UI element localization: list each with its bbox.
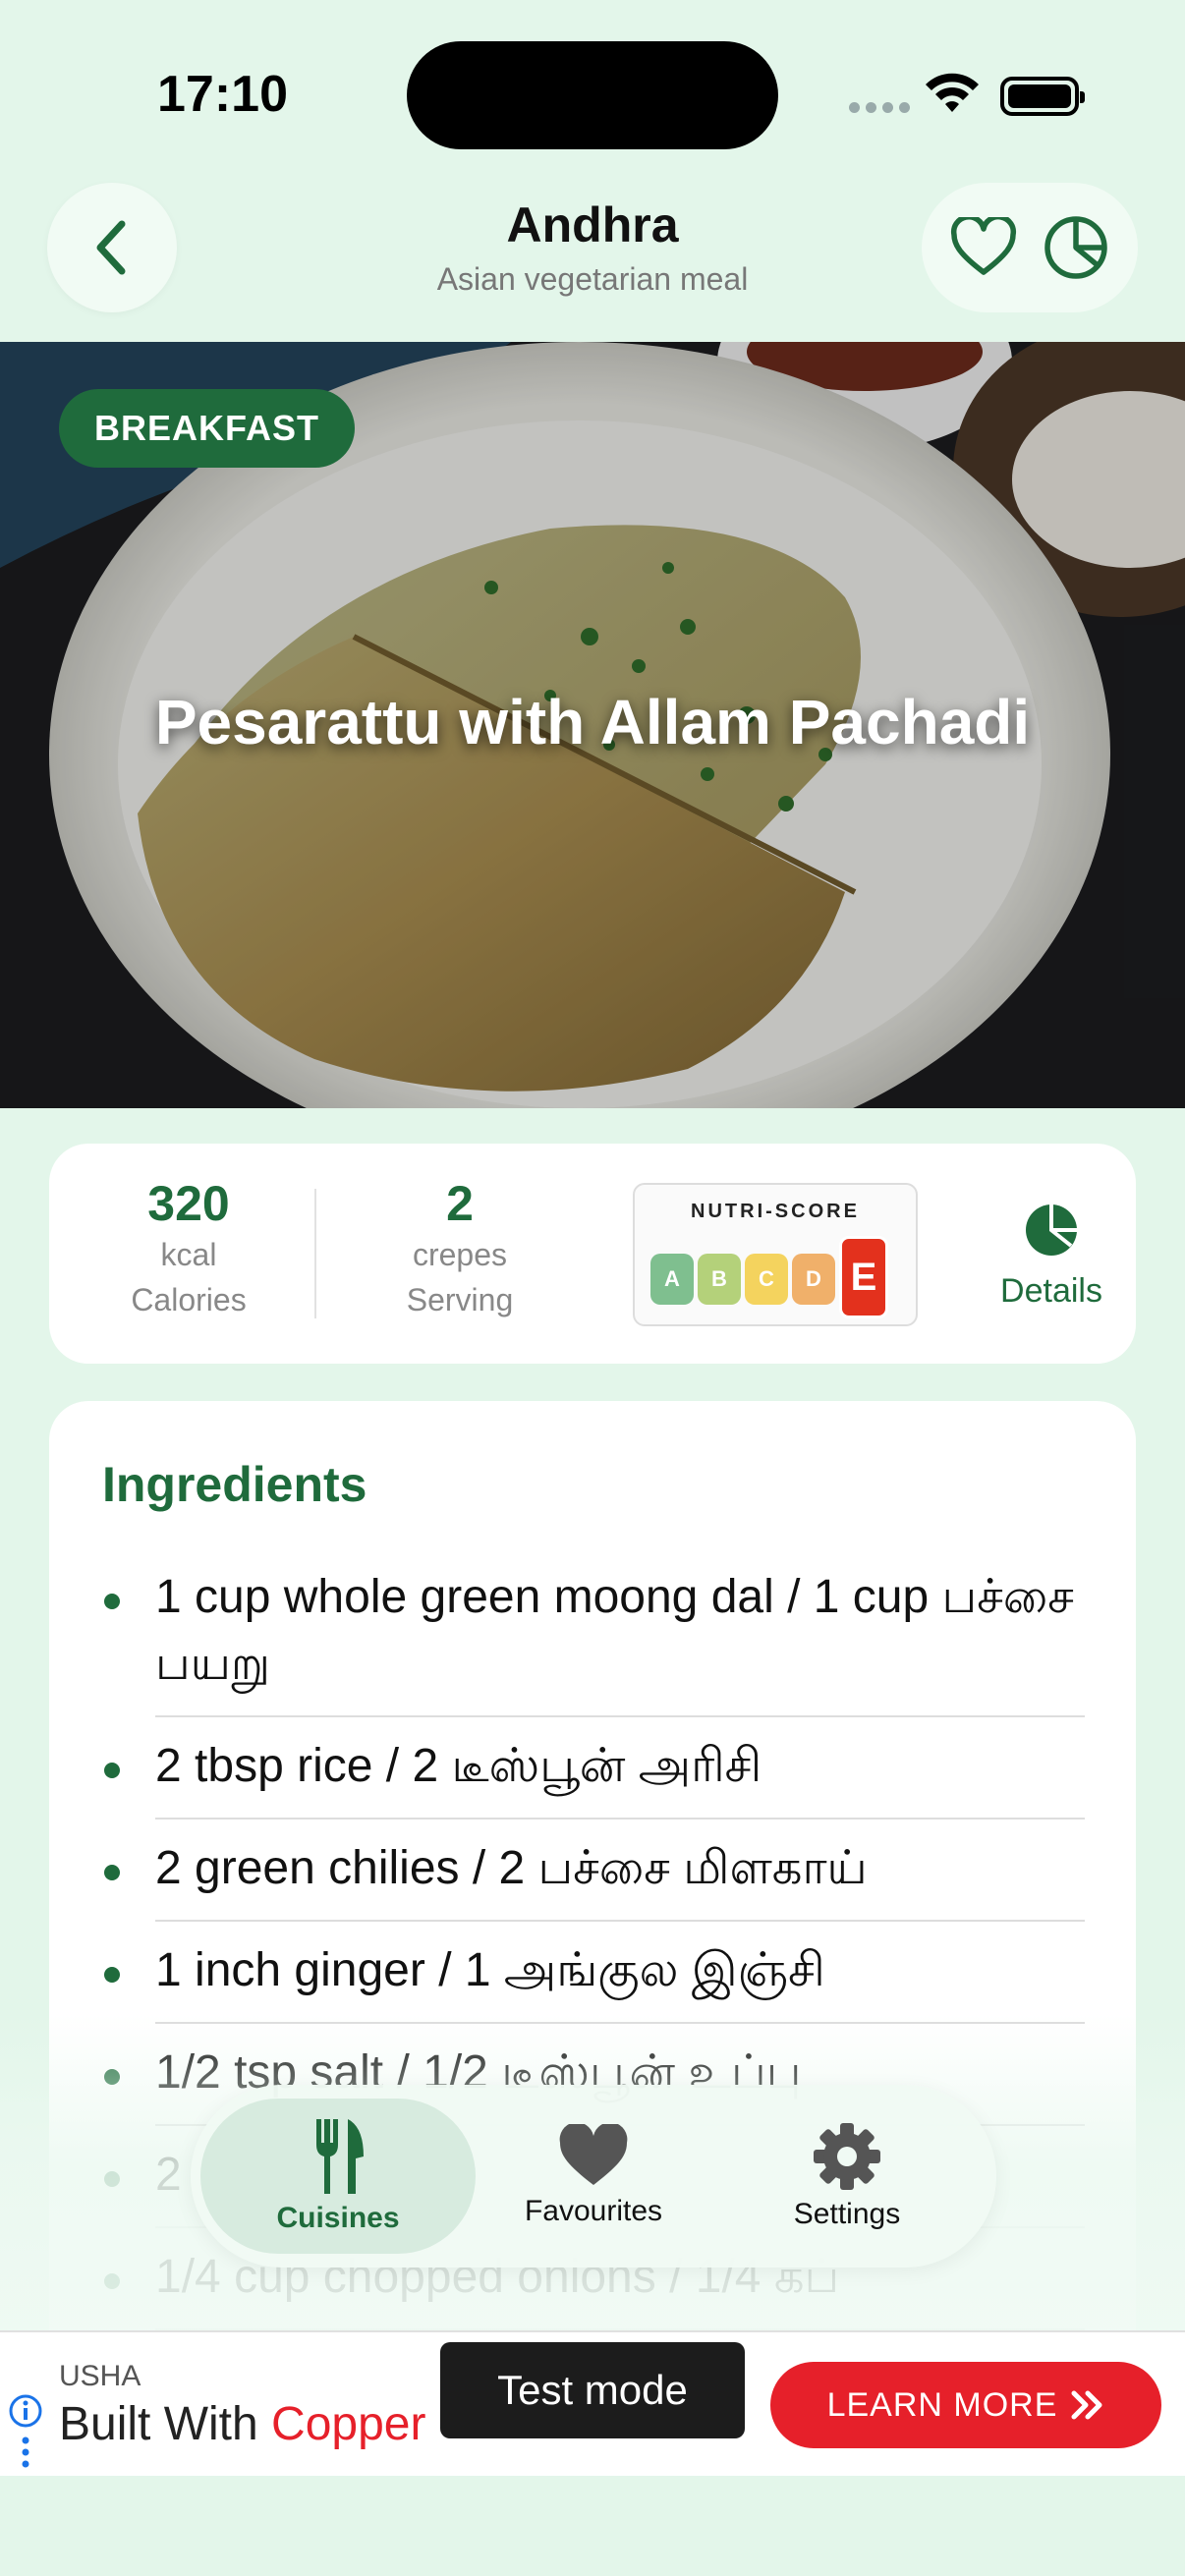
ad-headline: Built With Copper	[59, 2397, 425, 2451]
serving-stat: 2 crepes Serving	[332, 1175, 588, 1322]
recipe-hero-image: BREAKFAST Pesarattu with Allam Pachadi	[0, 342, 1185, 1108]
favourite-button[interactable]	[950, 217, 1017, 278]
details-label: Details	[1000, 1272, 1102, 1310]
ingredient-item: 1 cup whole green moong dal / 1 cup பச்ச…	[102, 1548, 1085, 1717]
cellular-signal-icon	[849, 102, 910, 113]
nutri-score-scale: ABCDE	[650, 1236, 892, 1318]
bottom-tab-bar: Cuisines Favourites Settings	[191, 2085, 996, 2268]
nutri-score-grade-c: C	[745, 1254, 788, 1305]
learn-more-label: LEARN MORE	[826, 2385, 1058, 2424]
ingredient-text: 1 inch ginger / 1 அங்குல இஞ்சி	[155, 1944, 825, 1996]
chevron-left-icon	[96, 220, 126, 275]
ingredient-text: 2 tbsp rice / 2 டீஸ்பூன் அரிசி	[155, 1740, 762, 1792]
ingredients-title: Ingredients	[102, 1457, 367, 1512]
calories-value: 320	[147, 1176, 230, 1231]
serving-label: Serving	[406, 1282, 514, 1317]
tab-settings[interactable]: Settings	[709, 2099, 985, 2254]
battery-icon	[1000, 77, 1085, 116]
dynamic-island	[407, 41, 778, 149]
recipe-title: Pesarattu with Allam Pachadi	[154, 687, 1031, 757]
ingredient-item: 2 green chilies / 2 பச்சை மிளகாய்	[102, 1820, 1085, 1922]
tab-label: Cuisines	[276, 2202, 400, 2234]
double-chevron-right-icon	[1071, 2390, 1102, 2420]
ad-brand: USHA	[59, 2360, 141, 2392]
test-mode-toast: Test mode	[440, 2342, 745, 2438]
ingredient-item: 2 tbsp rice / 2 டீஸ்பூன் அரிசி	[102, 1717, 1085, 1820]
status-bar: 17:10	[0, 0, 1185, 167]
meal-type-badge: BREAKFAST	[59, 389, 356, 468]
tab-label: Settings	[793, 2198, 901, 2230]
ingredient-item: 1 inch ginger / 1 அங்குல இஞ்சி	[102, 1922, 1085, 2024]
ingredient-text: 2 green chilies / 2 பச்சை மிளகாய்	[155, 1842, 868, 1894]
ad-headline-text: Built With	[59, 2398, 272, 2450]
tab-label: Favourites	[524, 2195, 663, 2227]
fork-knife-icon	[316, 2119, 364, 2194]
divider	[314, 1189, 316, 1318]
nutri-score-grade-b: B	[698, 1254, 741, 1305]
calories-unit: kcal	[160, 1237, 217, 1272]
gear-icon	[814, 2123, 880, 2190]
nutri-score-grade-e: E	[839, 1236, 888, 1318]
tab-cuisines[interactable]: Cuisines	[200, 2099, 476, 2254]
nutri-score-title: NUTRI-SCORE	[691, 1201, 860, 1222]
ingredient-text: 2	[155, 2149, 182, 2201]
heart-outline-icon	[950, 217, 1017, 275]
learn-more-button[interactable]: LEARN MORE	[770, 2362, 1161, 2448]
ad-headline-highlight: Copper	[271, 2398, 426, 2450]
details-button[interactable]: Details	[953, 1203, 1150, 1311]
nutri-score-badge: NUTRI-SCORE ABCDE	[633, 1183, 918, 1326]
ad-info-icon[interactable]	[8, 2393, 43, 2477]
page-title: Andhra	[506, 197, 679, 252]
header-actions	[922, 183, 1138, 312]
heart-icon	[559, 2124, 628, 2185]
calories-label: Calories	[131, 1282, 247, 1317]
serving-value: 2	[446, 1176, 474, 1231]
status-time: 17:10	[157, 66, 288, 123]
tab-favourites[interactable]: Favourites	[456, 2099, 731, 2254]
nutri-score-grade-d: D	[792, 1254, 835, 1305]
back-button[interactable]	[47, 183, 177, 312]
nutrition-summary-card: 320 kcal Calories 2 crepes Serving NUTRI…	[49, 1144, 1136, 1364]
ingredient-text: 1 cup whole green moong dal / 1 cup பச்ச…	[155, 1571, 1074, 1690]
serving-unit: crepes	[412, 1237, 508, 1272]
pie-chart-icon	[1044, 216, 1107, 279]
nutri-score-grade-a: A	[650, 1254, 694, 1305]
nutrition-button[interactable]	[1043, 214, 1109, 281]
wifi-icon	[926, 73, 979, 112]
pie-chart-icon	[1026, 1204, 1077, 1256]
calories-stat: 320 kcal Calories	[61, 1175, 316, 1322]
page-subtitle: Asian vegetarian meal	[436, 261, 749, 297]
